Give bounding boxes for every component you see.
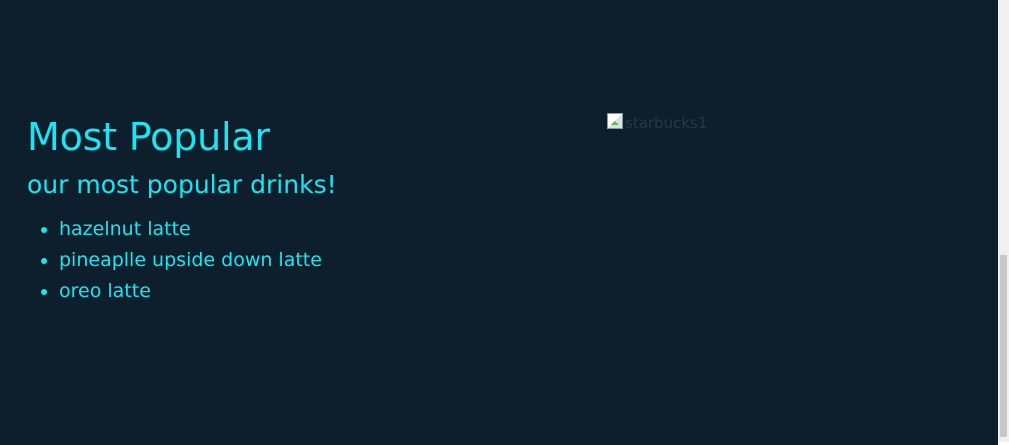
scrollbar-thumb[interactable]: [1000, 255, 1007, 437]
most-popular-section: Most Popular our most popular drinks! ha…: [27, 112, 587, 307]
section-subtitle: our most popular drinks!: [27, 170, 337, 199]
image-alt-text: starbucks1: [625, 114, 708, 132]
popular-drinks-list: hazelnut latte pineaplle upside down lat…: [27, 214, 587, 307]
drink-list-item: hazelnut latte: [59, 214, 587, 245]
section-title: Most Popular: [27, 115, 270, 159]
drink-list-item: pineaplle upside down latte: [59, 245, 587, 276]
drink-list-item: oreo latte: [59, 276, 587, 307]
vertical-scrollbar[interactable]: [998, 0, 1009, 445]
starbucks-image: starbucks1: [607, 112, 717, 136]
popular-drinks-page: Most Popular our most popular drinks! ha…: [0, 0, 1009, 445]
broken-image-icon: [607, 113, 623, 129]
